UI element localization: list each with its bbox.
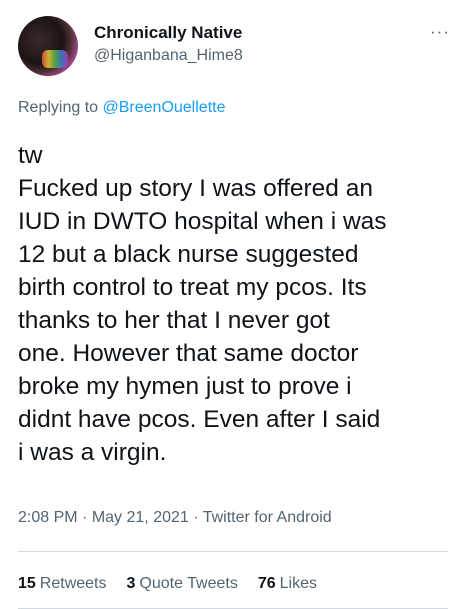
author-display-name[interactable]: Chronically Native: [94, 22, 243, 43]
tweet-text: tw Fucked up story I was offered an IUD …: [18, 142, 387, 466]
tweet-source[interactable]: Twitter for Android: [203, 509, 332, 526]
likes-stat[interactable]: 76 Likes: [258, 575, 317, 593]
tweet-time[interactable]: 2:08 PM: [18, 509, 78, 526]
author-info: Chronically Native @Higanbana_Hime8: [94, 22, 243, 66]
retweets-stat[interactable]: 15 Retweets: [18, 575, 107, 593]
meta-separator: ·: [82, 509, 88, 526]
replying-to-label: Replying to: [18, 99, 99, 116]
retweets-label: Retweets: [39, 575, 107, 592]
quote-tweets-stat[interactable]: 3 Quote Tweets: [127, 575, 238, 593]
tweet-date[interactable]: May 21, 2021: [92, 509, 189, 526]
quote-tweets-count: 3: [126, 575, 136, 592]
quote-tweets-label: Quote Tweets: [139, 575, 238, 592]
tweet-stats: 15 Retweets 3 Quote Tweets 76 Likes: [18, 575, 337, 593]
replying-to: Replying to @BreenOuellette: [18, 99, 225, 117]
replying-to-mention[interactable]: @BreenOuellette: [103, 99, 226, 116]
likes-label: Likes: [279, 575, 317, 592]
divider: [18, 551, 448, 552]
more-icon[interactable]: ···: [430, 22, 450, 42]
tweet-header: Chronically Native @Higanbana_Hime8 ···: [18, 14, 450, 78]
retweets-count: 15: [18, 575, 36, 592]
likes-count: 76: [257, 575, 276, 592]
author-handle[interactable]: @Higanbana_Hime8: [94, 45, 243, 66]
tweet-meta: 2:08 PM · May 21, 2021 · Twitter for And…: [18, 509, 332, 527]
meta-separator: ·: [193, 509, 199, 526]
avatar[interactable]: [18, 16, 78, 76]
